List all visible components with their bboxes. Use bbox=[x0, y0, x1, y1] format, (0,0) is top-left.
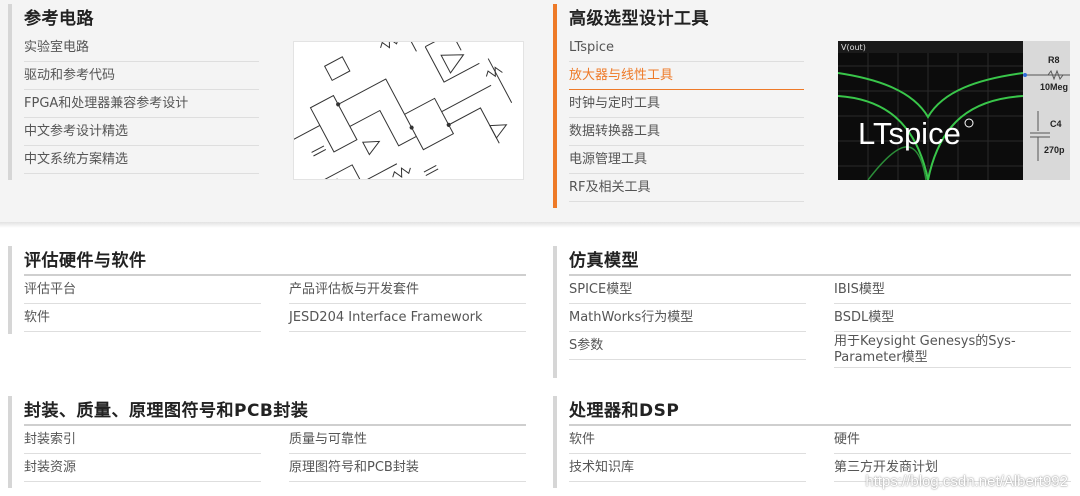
link-package-index[interactable]: 封装索引 bbox=[24, 426, 261, 454]
packaging-panel: 封装、质量、原理图符号和PCB封装 封装索引 封装资源 质量与可靠性 原理图符号… bbox=[8, 396, 528, 488]
link-converter-tools[interactable]: 数据转换器工具 bbox=[569, 118, 804, 146]
link-rf-tools[interactable]: RF及相关工具 bbox=[569, 174, 804, 202]
eval-hw-sw-columns: 评估平台 软件 产品评估板与开发套件 JESD204 Interface Fra… bbox=[24, 276, 528, 332]
link-eval-boards-kits[interactable]: 产品评估板与开发套件 bbox=[289, 276, 526, 304]
r8-label: R8 bbox=[1048, 55, 1060, 65]
link-dsp-hardware[interactable]: 硬件 bbox=[834, 426, 1071, 454]
sim-models-title[interactable]: 仿真模型 bbox=[569, 246, 1071, 276]
design-tools-title[interactable]: 高级选型设计工具 bbox=[569, 4, 815, 34]
eval-col-left: 评估平台 软件 bbox=[24, 276, 261, 332]
link-ltspice[interactable]: LTspice bbox=[569, 34, 804, 62]
link-bsdl-models[interactable]: BSDL模型 bbox=[834, 304, 1071, 332]
processors-title[interactable]: 处理器和DSP bbox=[569, 396, 1071, 426]
link-jesd204-framework[interactable]: JESD204 Interface Framework bbox=[289, 304, 526, 332]
ltspice-image[interactable]: R8 10Meg C4 270p V(out) LTspice bbox=[838, 41, 1070, 180]
schematic-drawing bbox=[294, 42, 513, 179]
reference-circuits-title[interactable]: 参考电路 bbox=[24, 4, 288, 34]
link-package-resources[interactable]: 封装资源 bbox=[24, 454, 261, 482]
r8-value: 10Meg bbox=[1040, 82, 1068, 92]
link-quality-reliability[interactable]: 质量与可靠性 bbox=[289, 426, 526, 454]
link-dsp-software[interactable]: 软件 bbox=[569, 426, 806, 454]
link-lab-circuits[interactable]: 实验室电路 bbox=[24, 34, 259, 62]
link-ibis-models[interactable]: IBIS模型 bbox=[834, 276, 1071, 304]
design-tools-panel: 高级选型设计工具 LTspice 放大器与线性工具 时钟与定时工具 数据转换器工… bbox=[553, 4, 815, 208]
sim-col-right: IBIS模型 BSDL模型 用于Keysight Genesys的Sys-Par… bbox=[834, 276, 1071, 368]
link-drivers-code[interactable]: 驱动和参考代码 bbox=[24, 62, 259, 90]
eval-col-right: 产品评估板与开发套件 JESD204 Interface Framework bbox=[289, 276, 526, 332]
reference-circuits-panel: 参考电路 实验室电路 驱动和参考代码 FPGA和处理器兼容参考设计 中文参考设计… bbox=[8, 4, 288, 180]
packaging-columns: 封装索引 封装资源 质量与可靠性 原理图符号和PCB封装 bbox=[24, 426, 528, 482]
packaging-title[interactable]: 封装、质量、原理图符号和PCB封装 bbox=[24, 396, 526, 426]
link-spice-models[interactable]: SPICE模型 bbox=[569, 276, 806, 304]
design-tools-list: LTspice 放大器与线性工具 时钟与定时工具 数据转换器工具 电源管理工具 … bbox=[569, 34, 804, 202]
sim-col-left: SPICE模型 MathWorks行为模型 S参数 bbox=[569, 276, 806, 368]
schematic-thumbnail[interactable] bbox=[293, 41, 524, 180]
sim-models-panel: 仿真模型 SPICE模型 MathWorks行为模型 S参数 IBIS模型 BS… bbox=[553, 246, 1073, 378]
link-symbols-footprints[interactable]: 原理图符号和PCB封装 bbox=[289, 454, 526, 482]
processors-col-left: 软件 技术知识库 bbox=[569, 426, 806, 482]
link-eval-platform[interactable]: 评估平台 bbox=[24, 276, 261, 304]
link-s-parameters[interactable]: S参数 bbox=[569, 332, 806, 360]
link-mathworks-models[interactable]: MathWorks行为模型 bbox=[569, 304, 806, 332]
link-fpga-reference[interactable]: FPGA和处理器兼容参考设计 bbox=[24, 90, 259, 118]
link-knowledge-base[interactable]: 技术知识库 bbox=[569, 454, 806, 482]
c4-value: 270p bbox=[1044, 145, 1065, 155]
link-power-tools[interactable]: 电源管理工具 bbox=[569, 146, 804, 174]
band-shadow bbox=[0, 222, 1080, 228]
packaging-col-left: 封装索引 封装资源 bbox=[24, 426, 261, 482]
ltspice-logo: LTspice bbox=[858, 116, 961, 151]
watermark: https://blog.csdn.net/Albert992 bbox=[865, 473, 1068, 490]
link-software[interactable]: 软件 bbox=[24, 304, 261, 332]
sim-models-columns: SPICE模型 MathWorks行为模型 S参数 IBIS模型 BSDL模型 … bbox=[569, 276, 1073, 368]
eval-hw-sw-title[interactable]: 评估硬件与软件 bbox=[24, 246, 526, 276]
reference-circuits-list: 实验室电路 驱动和参考代码 FPGA和处理器兼容参考设计 中文参考设计精选 中文… bbox=[24, 34, 259, 174]
waveform-label: V(out) bbox=[841, 43, 866, 52]
eval-hw-sw-panel: 评估硬件与软件 评估平台 软件 产品评估板与开发套件 JESD204 Inter… bbox=[8, 246, 528, 334]
link-clock-tools[interactable]: 时钟与定时工具 bbox=[569, 90, 804, 118]
link-keysight-sys-parameter[interactable]: 用于Keysight Genesys的Sys-Parameter模型 bbox=[834, 332, 1071, 368]
link-chinese-solutions[interactable]: 中文系统方案精选 bbox=[24, 146, 259, 174]
c4-label: C4 bbox=[1050, 119, 1062, 129]
ltspice-graphic: R8 10Meg C4 270p V(out) LTspice bbox=[838, 41, 1070, 180]
link-chinese-ref-designs[interactable]: 中文参考设计精选 bbox=[24, 118, 259, 146]
packaging-col-right: 质量与可靠性 原理图符号和PCB封装 bbox=[289, 426, 526, 482]
link-amplifier-tools[interactable]: 放大器与线性工具 bbox=[569, 62, 804, 90]
